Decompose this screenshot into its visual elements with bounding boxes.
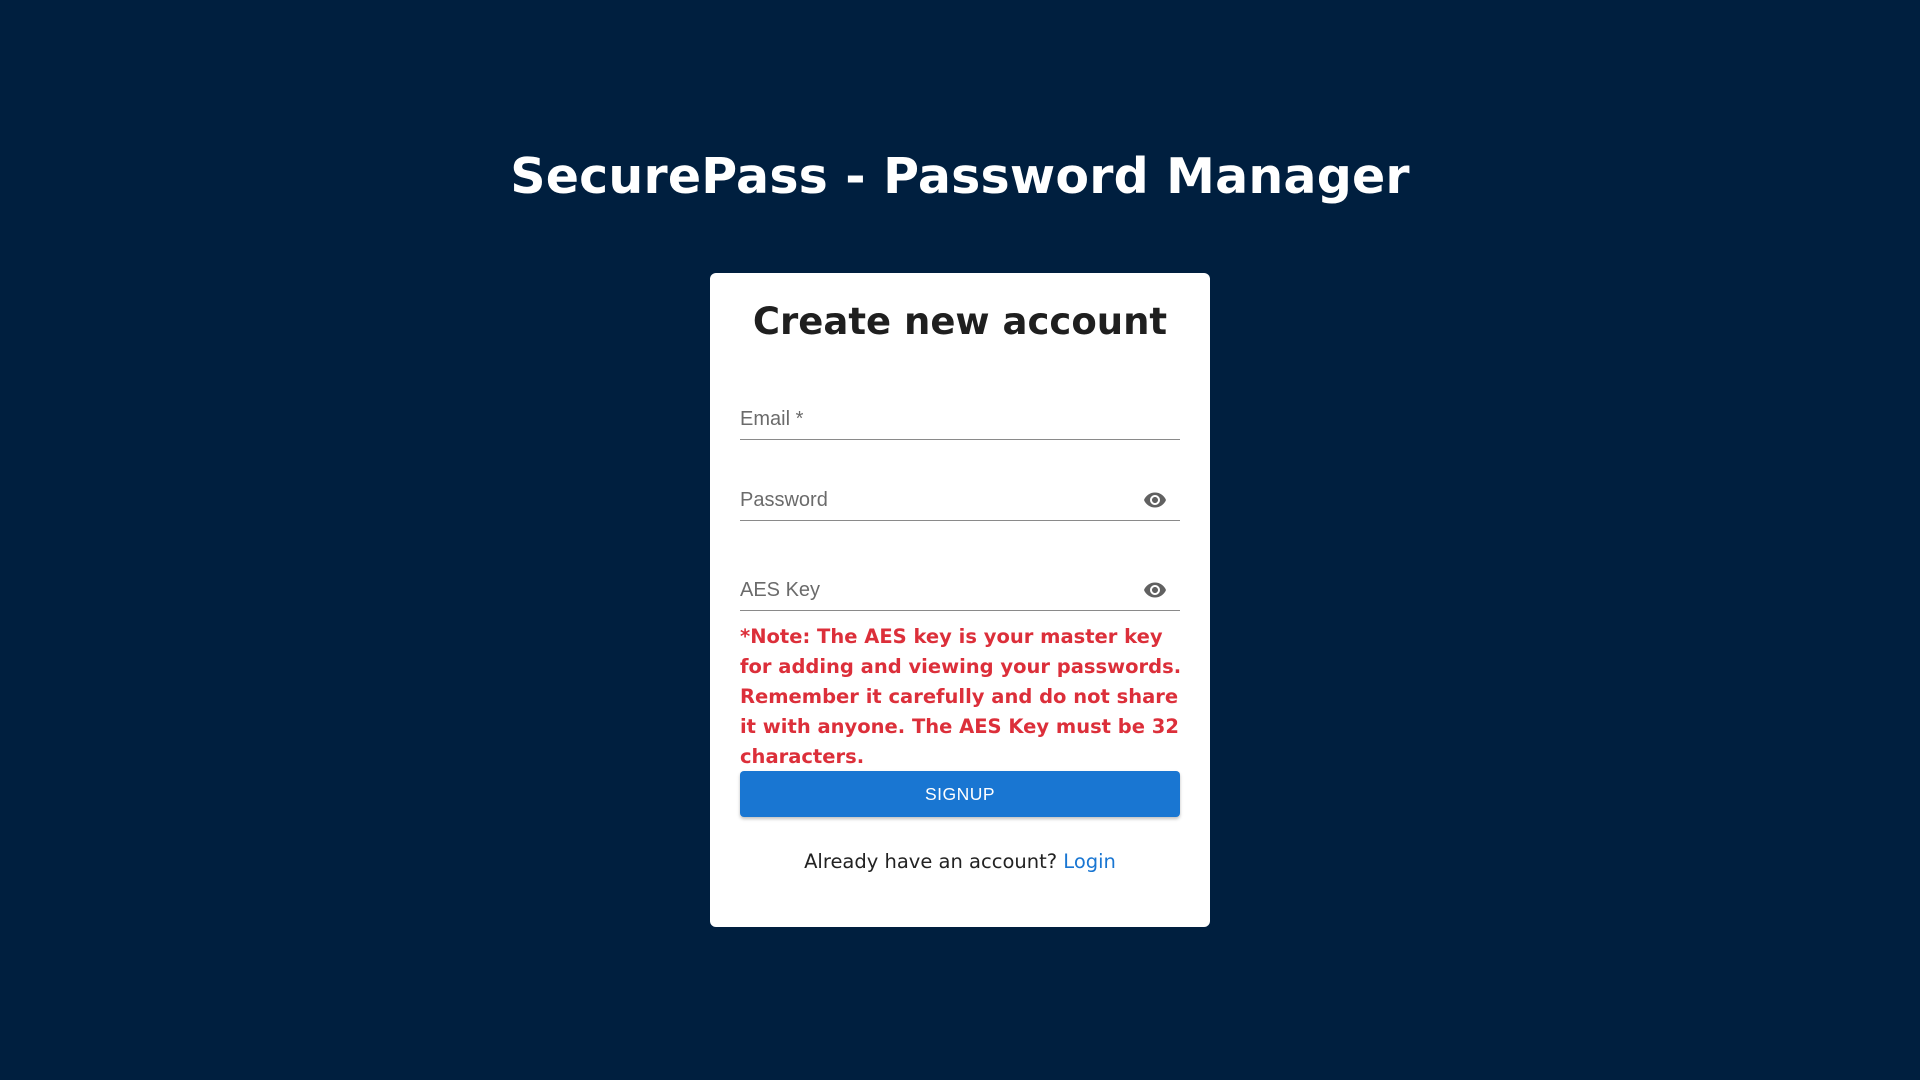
eye-icon xyxy=(1144,582,1166,598)
email-input[interactable] xyxy=(740,400,1120,439)
page: SecurePass - Password Manager Create new… xyxy=(0,0,1920,1080)
aes-key-note: *Note: The AES key is your master key fo… xyxy=(740,625,1182,768)
show-aes-key-eye-icon[interactable] xyxy=(1140,578,1170,602)
login-prompt-text: Already have an account? xyxy=(804,850,1064,873)
eye-icon xyxy=(1144,492,1166,508)
aes-key-field xyxy=(740,570,1180,611)
aes-key-input[interactable] xyxy=(740,570,1120,610)
app-title: SecurePass - Password Manager xyxy=(510,148,1410,205)
password-input[interactable] xyxy=(740,480,1120,520)
signup-button[interactable]: SIGNUP xyxy=(740,771,1180,817)
password-field xyxy=(740,480,1180,521)
email-field xyxy=(740,400,1180,440)
form-heading: Create new account xyxy=(752,300,1168,343)
login-link[interactable]: Login xyxy=(1063,850,1116,873)
show-password-eye-icon[interactable] xyxy=(1140,488,1170,512)
login-prompt-row: Already have an account? Login xyxy=(710,850,1210,873)
